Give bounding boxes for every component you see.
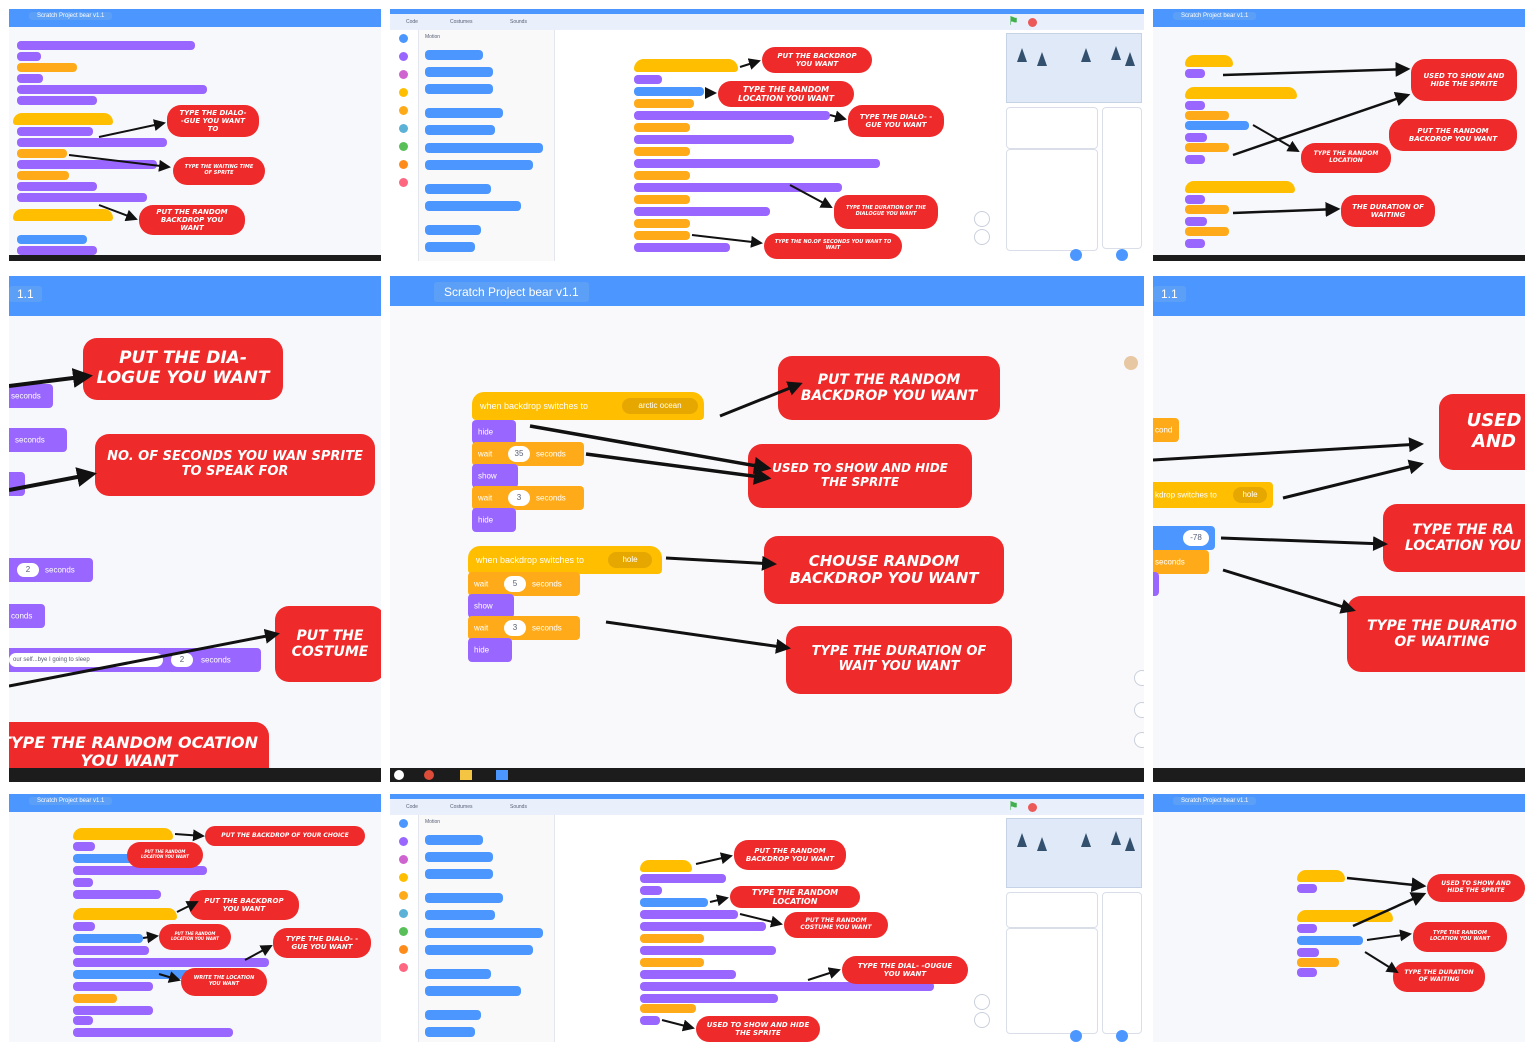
- annotation-arrows: [1346, 876, 1427, 974]
- annotation-arrows: [142, 829, 273, 983]
- panel-bottom-left: Scratch Project bear v1.1 Put the backdr…: [9, 794, 381, 1042]
- stage-selector[interactable]: [1102, 107, 1142, 249]
- taskbar: [9, 255, 381, 261]
- choose-sprite-icon[interactable]: [1070, 1030, 1082, 1042]
- sprite-list: [1006, 928, 1098, 1034]
- sprite-info-pane: [1006, 892, 1098, 928]
- zoom-in-icon[interactable]: [974, 211, 990, 227]
- tree-icon: [1037, 52, 1047, 66]
- annotation-arrows: [9, 368, 280, 688]
- annotation-arrows: [68, 119, 171, 222]
- zoom-out-icon[interactable]: [974, 1012, 990, 1028]
- zoom-out-icon[interactable]: [974, 229, 990, 245]
- zoom-reset-icon[interactable]: [1134, 732, 1144, 748]
- sprite-list: [1006, 149, 1098, 251]
- taskbar: [9, 768, 381, 782]
- annotation-arrows: [529, 381, 803, 654]
- zoom-in-icon[interactable]: [974, 994, 990, 1010]
- tree-icon: [1125, 837, 1135, 851]
- stage-selector[interactable]: [1102, 892, 1142, 1034]
- tree-icon: [1111, 46, 1121, 60]
- panel-middle-center: Scratch Project bear v1.1 when backdrop …: [390, 276, 1144, 782]
- annotation-arrows: [1153, 437, 1424, 614]
- zoom-out-icon[interactable]: [1134, 702, 1144, 718]
- taskbar: [1153, 768, 1525, 782]
- sprite-thumbnail-icon: [1124, 356, 1138, 370]
- choose-sprite-icon[interactable]: [1070, 249, 1082, 261]
- panel-top-center: Code Costumes Sounds ⚑ Motion PUT THE BA…: [390, 9, 1144, 261]
- panel-top-left: Scratch Project bear v1.1 Type the dialo…: [9, 9, 381, 261]
- panel-middle-left: 1.1 seconds seconds 2 seconds conds our …: [9, 276, 381, 782]
- sprite-info-pane: [1006, 107, 1098, 149]
- chrome-icon[interactable]: [424, 770, 434, 780]
- panel-top-right: Scratch Project bear v1.1 Used to show a…: [1153, 9, 1525, 261]
- stage-canvas[interactable]: [1006, 818, 1142, 888]
- tree-icon: [1037, 837, 1047, 851]
- scratch-app-icon[interactable]: [496, 770, 508, 780]
- choose-backdrop-icon[interactable]: [1116, 249, 1128, 261]
- tree-icon: [1125, 52, 1135, 66]
- windows-start-icon[interactable]: [394, 770, 404, 780]
- tree-icon: [1081, 48, 1091, 62]
- panel-bottom-center: Code Costumes Sounds ⚑ Motion PUT THE RA…: [390, 794, 1144, 1042]
- zoom-in-icon[interactable]: [1134, 670, 1144, 686]
- stage-canvas[interactable]: [1006, 33, 1142, 103]
- tree-icon: [1017, 48, 1027, 62]
- panel-middle-right: 1.1 cond kdrop switches to hole -78 seco…: [1153, 276, 1525, 782]
- panel-bottom-right: Scratch Project bear v1.1 Used to show a…: [1153, 794, 1525, 1042]
- tree-icon: [1081, 833, 1091, 847]
- tree-icon: [1111, 831, 1121, 845]
- annotation-arrows: [1222, 61, 1411, 217]
- taskbar: [390, 768, 1144, 782]
- tree-icon: [1017, 833, 1027, 847]
- choose-backdrop-icon[interactable]: [1116, 1030, 1128, 1042]
- file-explorer-icon[interactable]: [460, 770, 472, 780]
- taskbar: [1153, 255, 1525, 261]
